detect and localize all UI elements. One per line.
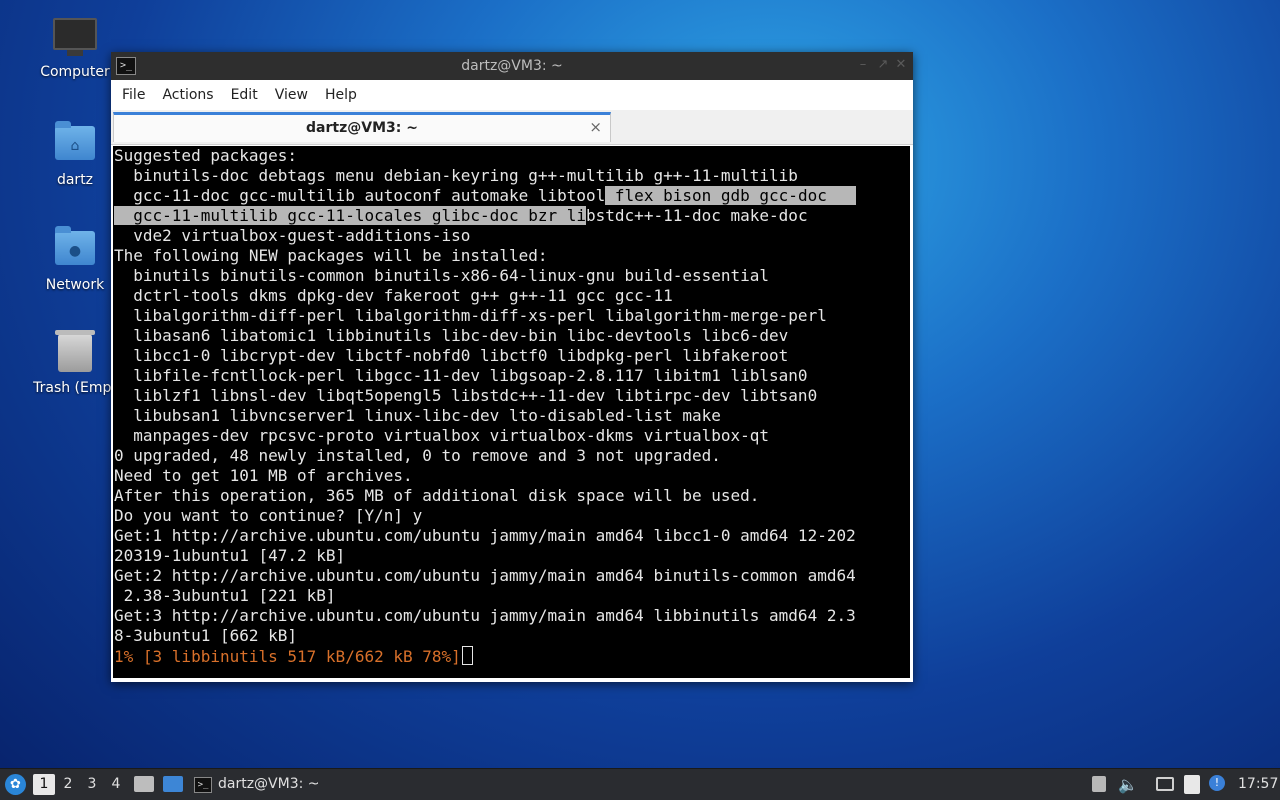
tab-close-icon[interactable]: × [589,118,602,136]
selected-text: gcc-11-multilib gcc-11-locales glibc-doc… [114,206,587,225]
desktop-icon-home[interactable]: ⌂ dartz [25,121,125,188]
volume-icon[interactable]: 🔈 [1118,769,1138,800]
window-title: dartz@VM3: ~ [461,58,563,74]
terminal-line: dctrl-tools dkms dpkg-dev fakeroot g++ g… [114,286,673,305]
terminal-line: libcc1-0 libcrypt-dev libctf-nobfd0 libc… [114,346,789,365]
minimize-icon[interactable]: – [855,57,871,73]
close-icon[interactable]: ✕ [893,57,909,73]
terminal-window: >_ dartz@VM3: ~ – ↗ ✕ File Actions Edit … [111,52,913,682]
network-icon[interactable] [1156,777,1174,791]
terminal-line: libubsan1 libvncserver1 linux-libc-dev l… [114,406,721,425]
terminal-line: The following NEW packages will be insta… [114,246,548,265]
menu-view[interactable]: View [270,87,320,103]
terminal-line: Need to get 101 MB of archives. [114,466,413,485]
clipboard-icon[interactable] [1184,775,1200,794]
progress-text: 1% [3 libbinutils 517 kB/662 kB 78%] [114,647,461,666]
eject-icon[interactable] [1092,776,1106,792]
terminal-line: manpages-dev rpcsvc-proto virtualbox vir… [114,426,770,445]
terminal-line: Suggested packages: [114,146,298,165]
terminal-line: liblzf1 libnsl-dev libqt5opengl5 libstdc… [114,386,818,405]
terminal-line: vde2 virtualbox-guest-additions-iso [114,226,471,245]
terminal-line: gcc-11-doc gcc-multilib autoconf automak… [114,186,856,205]
terminal-line: After this operation, 365 MB of addition… [114,486,760,505]
desktop-icon-label: Trash (Empt [33,380,117,396]
tab-label: dartz@VM3: ~ [306,120,418,136]
desktop-icon-computer[interactable]: Computer [25,18,125,80]
show-desktop-icon[interactable] [163,776,183,792]
terminal-line: libasan6 libatomic1 libbinutils libc-dev… [114,326,789,345]
desktop-icon-label: Computer [40,64,110,80]
terminal-line: Get:3 http://archive.ubuntu.com/ubuntu j… [114,606,856,625]
menubar: File Actions Edit View Help [111,80,913,110]
workspace-4[interactable]: 4 [105,769,127,800]
start-menu-icon[interactable]: ✿ [5,774,26,795]
desktop-icon-network[interactable]: ● Network [25,226,125,293]
selected-text: flex bison gdb gcc-doc [605,186,856,205]
workspace-3[interactable]: 3 [81,769,103,800]
home-folder-icon: ⌂ [52,121,98,166]
desktop-icon-label: dartz [56,172,94,188]
tab-bar: dartz@VM3: ~ × [111,110,913,145]
terminal-line: 8-3ubuntu1 [662 kB] [114,626,298,645]
terminal-icon: >_ [194,777,212,793]
download-progress-line: 1% [3 libbinutils 517 kB/662 kB 78%] [114,646,910,666]
terminal-text: Suggested packages: binutils-doc debtags… [113,146,910,666]
terminal-line: 0 upgraded, 48 newly installed, 0 to rem… [114,446,721,465]
menu-actions[interactable]: Actions [157,87,225,103]
update-notifier-icon[interactable]: ! [1209,775,1225,791]
terminal-line: gcc-11-multilib gcc-11-locales glibc-doc… [114,206,808,225]
taskbar: ✿ 1 2 3 4 >_ dartz@VM3: ~ 🔈 ! 17:57 [0,768,1280,800]
window-titlebar[interactable]: >_ dartz@VM3: ~ – ↗ ✕ [111,52,913,80]
desktop-icon-trash[interactable]: Trash (Empt [25,330,125,396]
tab-terminal[interactable]: dartz@VM3: ~ × [113,112,611,142]
terminal-line: Get:2 http://archive.ubuntu.com/ubuntu j… [114,566,856,585]
terminal-line: Get:1 http://archive.ubuntu.com/ubuntu j… [114,526,856,545]
terminal-cursor [461,646,473,665]
terminal-line: 2.38-3ubuntu1 [221 kB] [114,586,336,605]
terminal-line: libfile-fcntllock-perl libgcc-11-dev lib… [114,366,808,385]
terminal-line: Do you want to continue? [Y/n] y [114,506,423,525]
menu-help[interactable]: Help [320,87,369,103]
workspace-2[interactable]: 2 [57,769,79,800]
menu-file[interactable]: File [117,87,157,103]
file-manager-icon[interactable] [134,776,154,792]
menu-edit[interactable]: Edit [226,87,270,103]
taskbar-task-terminal[interactable]: >_ dartz@VM3: ~ [192,769,332,800]
terminal-line: 20319-1ubuntu1 [47.2 kB] [114,546,346,565]
terminal-line: binutils-doc debtags menu debian-keyring… [114,166,798,185]
task-label: dartz@VM3: ~ [218,776,320,792]
trash-icon [52,330,98,374]
maximize-icon[interactable]: ↗ [875,57,891,73]
terminal-line: binutils binutils-common binutils-x86-64… [114,266,770,285]
network-folder-icon: ● [52,226,98,271]
workspace-1[interactable]: 1 [33,774,55,795]
terminal-line: libalgorithm-diff-perl libalgorithm-diff… [114,306,827,325]
terminal-output[interactable]: Suggested packages: binutils-doc debtags… [113,146,910,678]
desktop-icon-label: Network [45,277,105,293]
computer-icon [52,18,98,58]
clock[interactable]: 17:57 [1238,769,1278,800]
